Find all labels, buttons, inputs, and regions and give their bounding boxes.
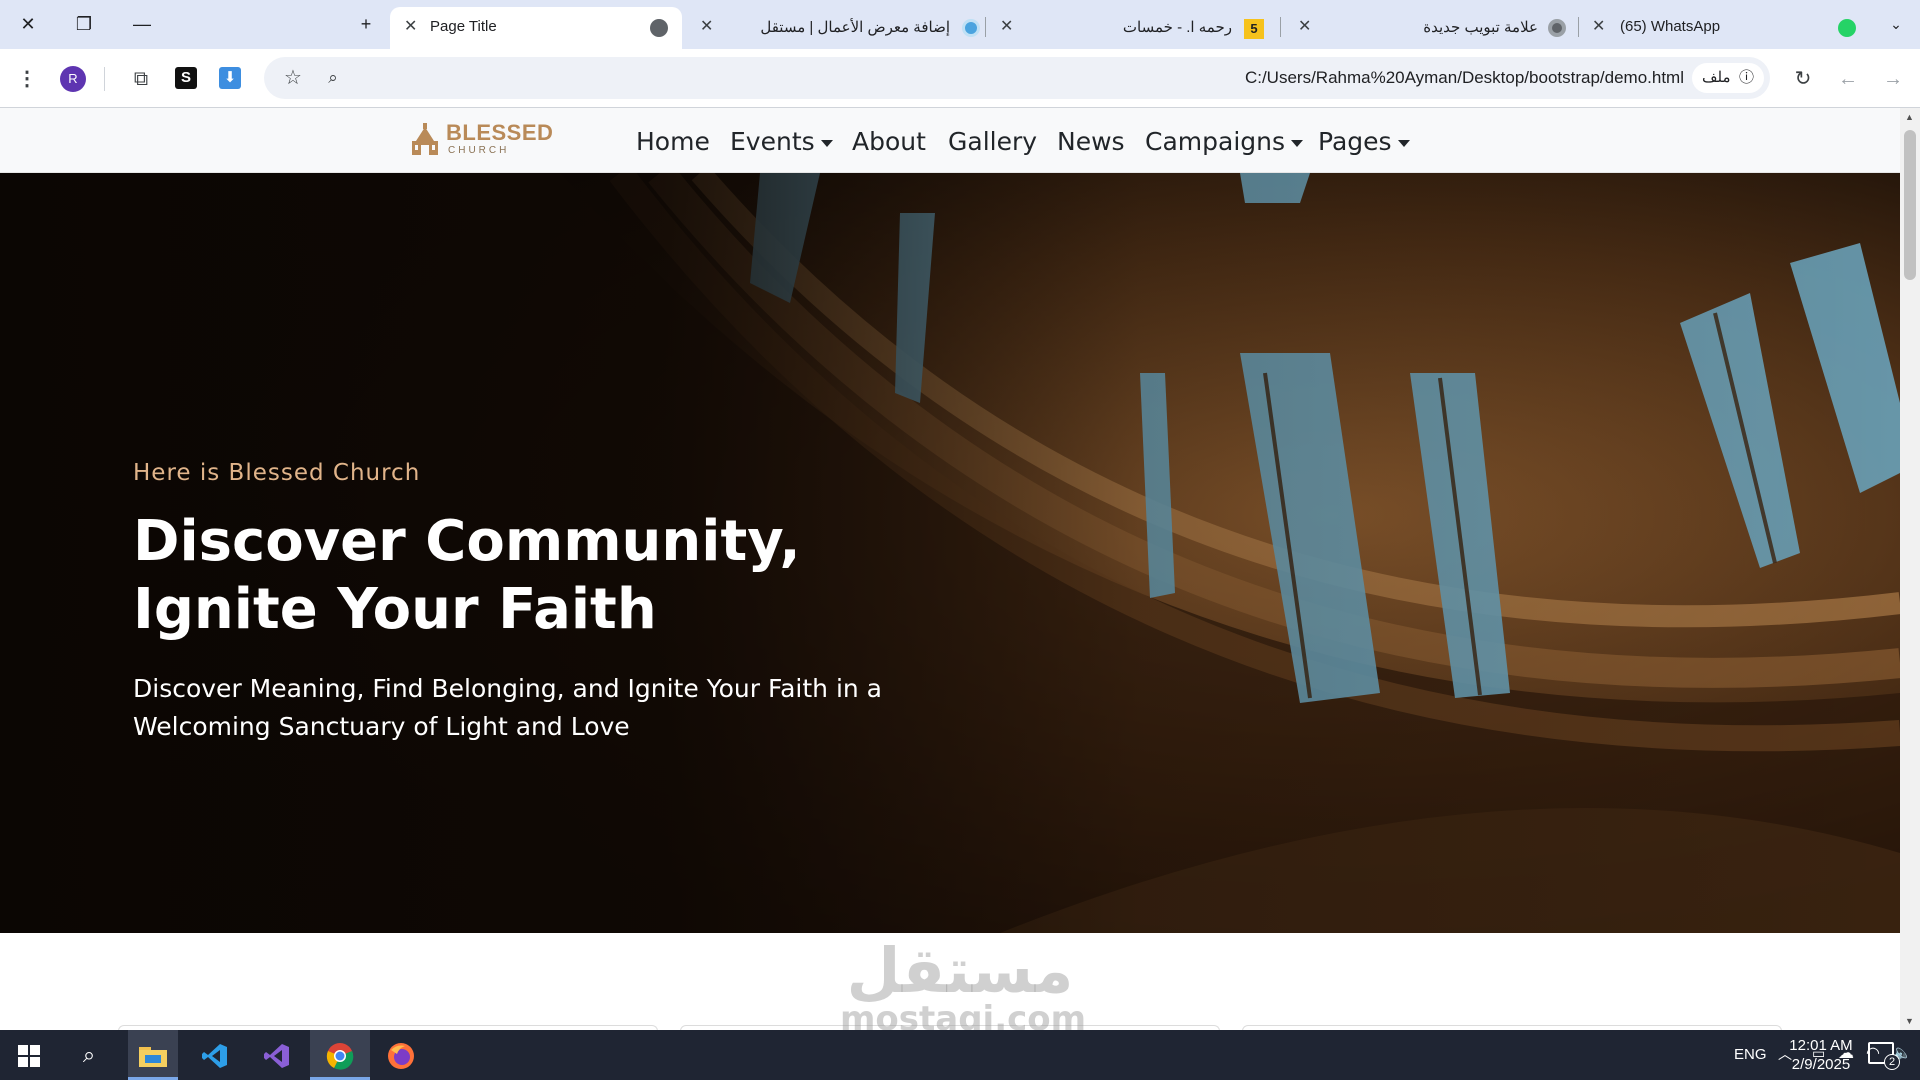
- extensions-puzzle-icon[interactable]: ⧉: [128, 66, 154, 92]
- chevron-down-icon: [1397, 139, 1410, 147]
- tab-close-icon[interactable]: ✕: [1000, 16, 1013, 36]
- firefox-icon[interactable]: [376, 1030, 426, 1080]
- nav-campaigns[interactable]: Campaigns: [1145, 127, 1304, 156]
- nav-campaigns-label: Campaigns: [1145, 127, 1286, 156]
- nav-pages-label: Pages: [1318, 127, 1392, 156]
- tab-title: Page Title: [430, 18, 497, 35]
- clock[interactable]: 12:01 AM 2/9/2025: [1776, 1036, 1866, 1074]
- new-tab-icon[interactable]: +: [346, 8, 386, 40]
- watermark-arabic: مستقل: [846, 934, 1074, 1007]
- zoom-search-icon[interactable]: ⌕: [320, 65, 346, 91]
- web-page: BLESSED CHURCH Home Events About Gallery…: [0, 108, 1900, 1030]
- forward-arrow-icon[interactable]: →: [1880, 66, 1906, 92]
- tab-title: (65) WhatsApp: [1620, 18, 1721, 35]
- site-info-label: ملف: [1702, 69, 1731, 86]
- vscode-icon[interactable]: [190, 1030, 240, 1080]
- mostaql-icon: [962, 19, 980, 37]
- search-icon[interactable]: ⌕: [64, 1030, 114, 1080]
- chrome-icon: [1548, 19, 1566, 37]
- close-window-icon[interactable]: ✕: [8, 8, 48, 40]
- tab-page-title[interactable]: ✕ Page Title: [390, 7, 682, 49]
- profile-avatar[interactable]: R: [60, 66, 86, 92]
- tab-whatsapp[interactable]: ✕ (65) WhatsApp: [1586, 7, 1856, 49]
- clock-date: 2/9/2025: [1791, 1056, 1851, 1073]
- tab-close-icon[interactable]: ✕: [1592, 16, 1605, 36]
- url-text[interactable]: C:/Users/Rahma%20Ayman/Desktop/bootstrap…: [1245, 68, 1684, 88]
- nav-home[interactable]: Home: [636, 127, 710, 156]
- tab-close-icon[interactable]: ✕: [1298, 16, 1311, 36]
- site-navbar: BLESSED CHURCH Home Events About Gallery…: [0, 108, 1900, 173]
- tab-close-icon[interactable]: ✕: [700, 16, 713, 36]
- tab-title: رحمه ا. - خمسات: [1122, 19, 1232, 36]
- file-explorer-icon[interactable]: [128, 1030, 178, 1080]
- hero-title: Discover Community, Ignite Your Faith: [133, 509, 801, 642]
- clock-time: 12:01 AM: [1789, 1037, 1853, 1054]
- nav-pages[interactable]: Pages: [1318, 127, 1410, 156]
- browser-toolbar: ⋮ R ⧉ S ⬇ ☆ ⌕ C:/Users/Rahma%20Ayman/Des…: [0, 49, 1920, 108]
- bookmark-star-icon[interactable]: ☆: [280, 65, 306, 91]
- tab-separator: [985, 17, 986, 37]
- tab-new-tab[interactable]: ✕ علامة تبويب جديدة: [1288, 7, 1578, 49]
- visual-studio-icon[interactable]: [252, 1030, 302, 1080]
- scroll-up-arrow-icon[interactable]: ▲: [1905, 112, 1914, 122]
- extension-s-icon[interactable]: S: [175, 67, 197, 89]
- logo-name: BLESSED: [446, 120, 554, 145]
- tab-close-icon[interactable]: ✕: [404, 16, 417, 36]
- chevron-down-icon: [820, 139, 833, 147]
- page-scrollbar[interactable]: ▲ ▼: [1900, 108, 1920, 1030]
- tab-separator: [1280, 17, 1281, 37]
- menu-kebab-icon[interactable]: ⋮: [14, 66, 40, 92]
- chevron-down-icon: [1291, 139, 1304, 147]
- church-icon: [412, 123, 438, 155]
- tab-search-chevron-icon[interactable]: ⌄: [1876, 8, 1916, 40]
- tab-khamsat[interactable]: ✕ رحمه ا. - خمسات 5: [990, 7, 1280, 49]
- nav-news[interactable]: News: [1057, 127, 1125, 156]
- action-center-icon[interactable]: 2: [1868, 1042, 1900, 1070]
- notification-count-badge: 2: [1884, 1054, 1900, 1070]
- nav-gallery[interactable]: Gallery: [948, 127, 1037, 156]
- back-arrow-icon[interactable]: ←: [1835, 66, 1861, 92]
- windows-taskbar: ⌕ ︿ ▭ ☁ ◠ 🔈 ENG 12:01 AM 2/9/2025 2: [0, 1030, 1920, 1080]
- reload-icon[interactable]: ↻: [1790, 66, 1816, 92]
- address-bar[interactable]: ☆ ⌕ C:/Users/Rahma%20Ayman/Desktop/boots…: [264, 57, 1770, 99]
- watermark: مستقل mostaqi.com: [840, 934, 1086, 1037]
- tab-mostaql[interactable]: ✕ إضافة معرض الأعمال | مستقل: [690, 7, 990, 49]
- hero-subtitle: Discover Meaning, Find Belonging, and Ig…: [133, 674, 882, 741]
- logo-subtitle: CHURCH: [448, 145, 510, 156]
- scroll-down-arrow-icon[interactable]: ▼: [1905, 1016, 1914, 1026]
- minimize-window-icon[interactable]: —: [122, 8, 162, 40]
- tab-title: علامة تبويب جديدة: [1423, 19, 1538, 36]
- browser-tab-strip: ✕ ❐ — + ✕ Page Title ✕ إضافة معرض الأعما…: [0, 0, 1920, 49]
- toolbar-divider: [104, 67, 105, 91]
- hero-tagline: Here is Blessed Church: [133, 460, 421, 486]
- restore-window-icon[interactable]: ❐: [64, 8, 104, 40]
- nav-events-label: Events: [730, 127, 815, 156]
- download-extension-icon[interactable]: ⬇: [219, 67, 241, 89]
- whatsapp-icon: [1838, 19, 1856, 37]
- start-icon[interactable]: [4, 1030, 54, 1080]
- tab-separator: [1578, 17, 1579, 37]
- chrome-icon[interactable]: [310, 1030, 370, 1080]
- input-language[interactable]: ENG: [1734, 1046, 1767, 1063]
- site-info-chip[interactable]: ⓘ ملف: [1692, 63, 1764, 93]
- scrollbar-thumb[interactable]: [1904, 130, 1916, 280]
- site-logo[interactable]: BLESSED CHURCH: [408, 120, 553, 160]
- tab-title: إضافة معرض الأعمال | مستقل: [760, 19, 950, 36]
- nav-events[interactable]: Events: [730, 127, 833, 156]
- khamsat-icon: 5: [1244, 19, 1264, 39]
- nav-about[interactable]: About: [852, 127, 926, 156]
- hero-section: Here is Blessed Church Discover Communit…: [0, 173, 1900, 933]
- globe-icon: [650, 19, 668, 37]
- info-icon: ⓘ: [1738, 69, 1754, 86]
